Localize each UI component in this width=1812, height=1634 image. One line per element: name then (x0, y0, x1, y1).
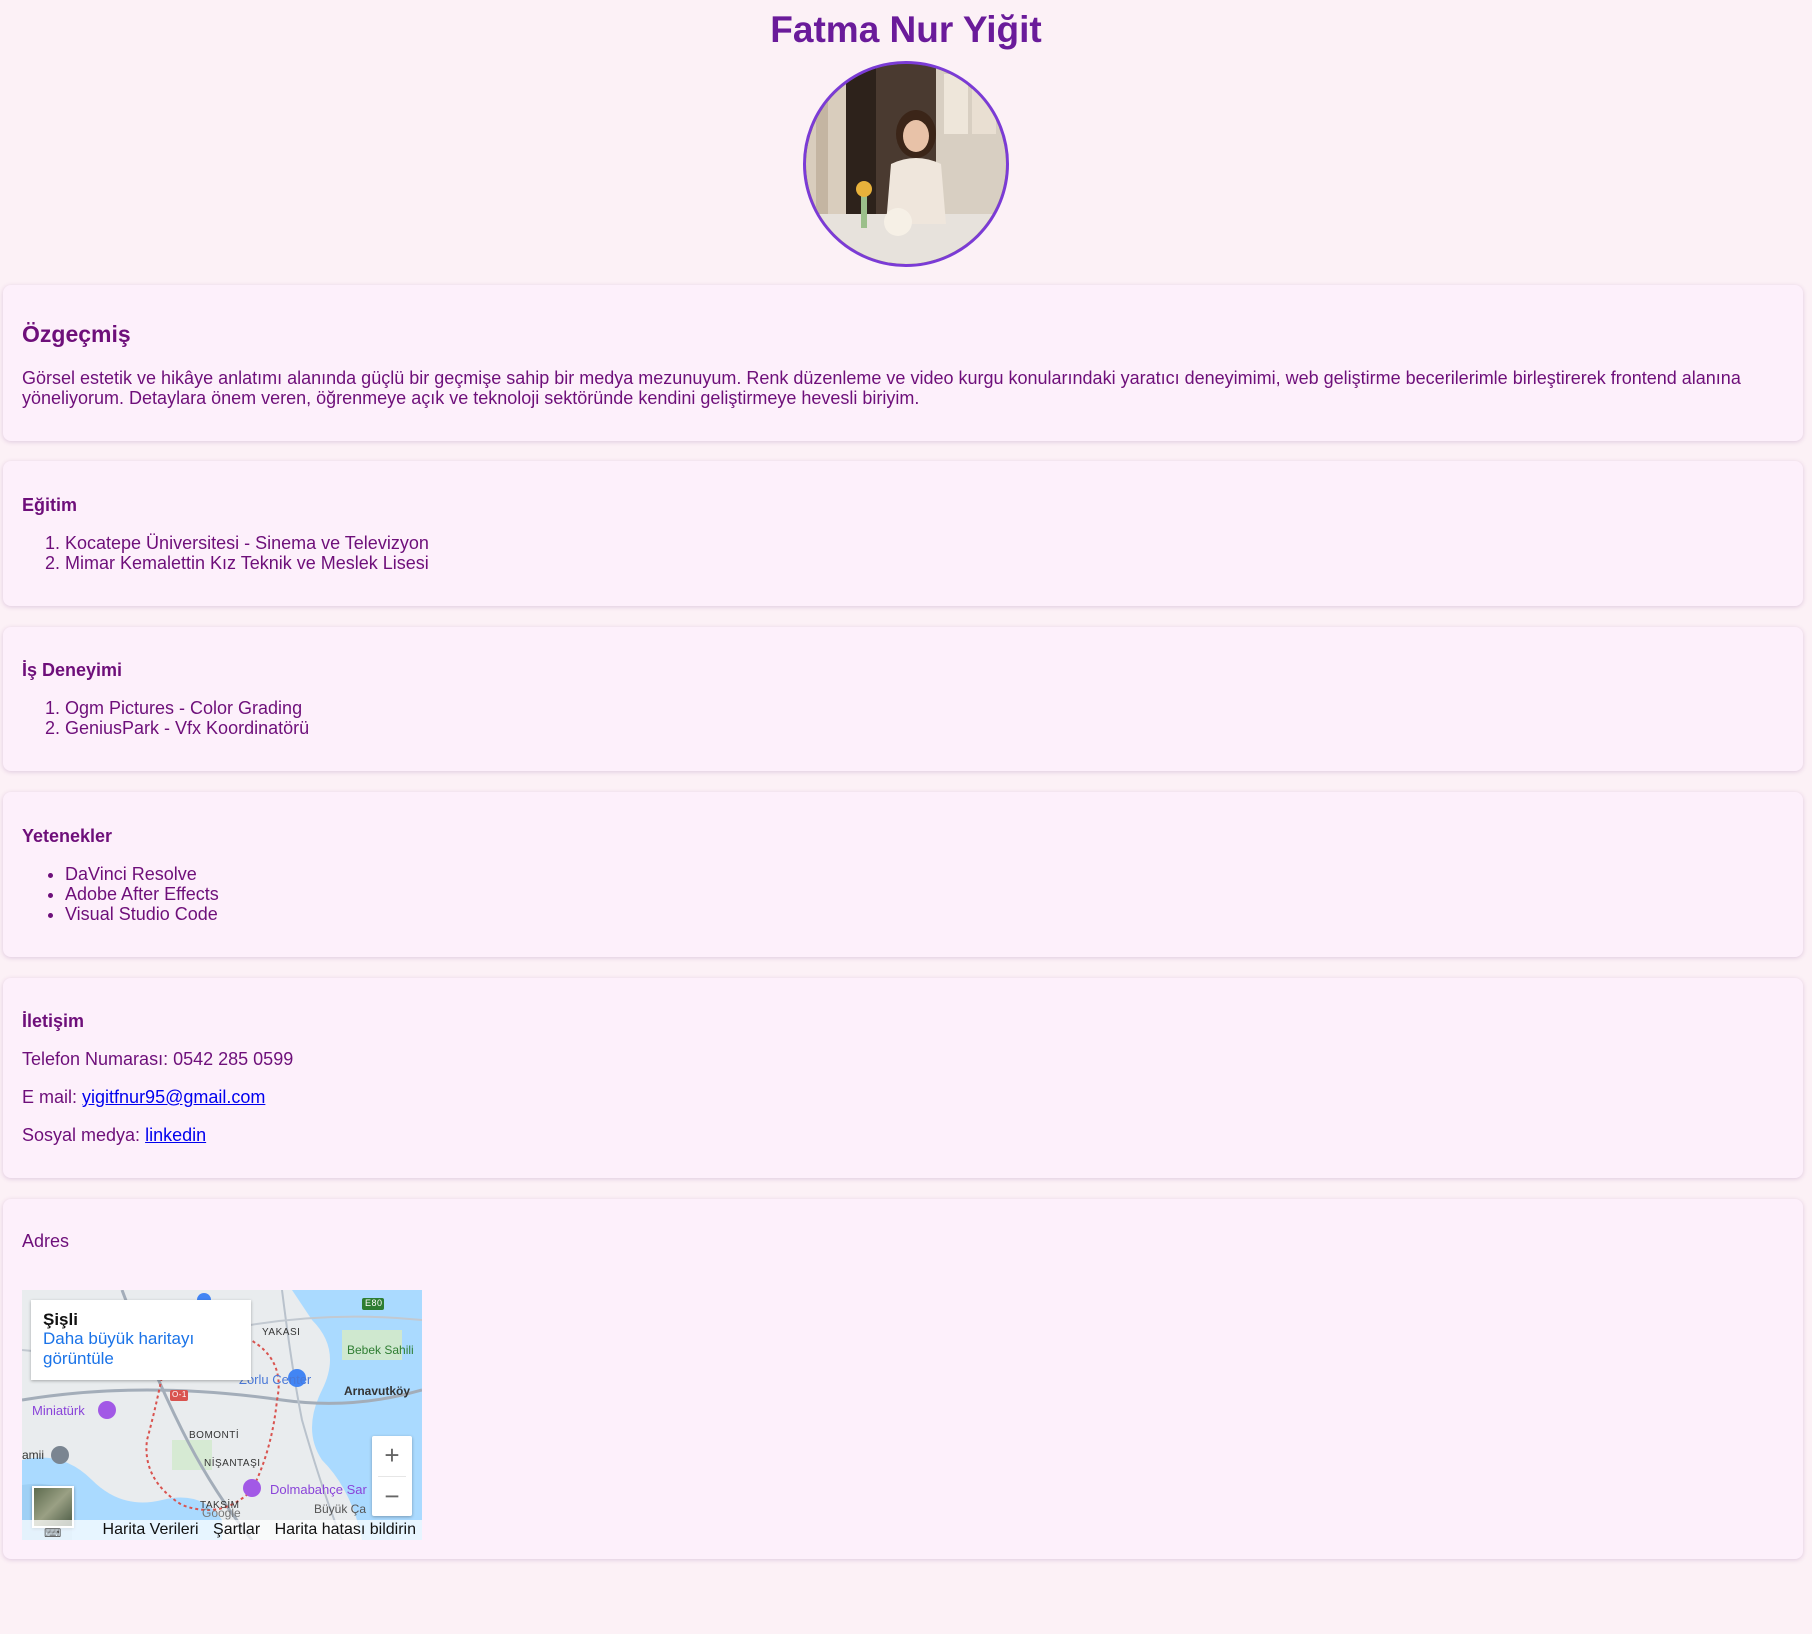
map-terms-link[interactable]: Şartlar (213, 1521, 260, 1538)
zoom-in-button[interactable]: + (372, 1436, 412, 1476)
social-label: Sosyal medya: (22, 1125, 141, 1145)
address-title: Adres (22, 1231, 70, 1251)
about-text: Görsel estetik ve hikâye anlatımı alanın… (22, 368, 1741, 408)
about-title: Özgeçmiş (22, 321, 131, 347)
avatar (803, 61, 1009, 267)
map-footer: ⌨ Harita Verileri Şartlar Harita hatası … (22, 1520, 422, 1540)
contact-section: İletişim Telefon Numarası: 0542 285 0599… (3, 978, 1803, 1178)
avatar-photo (806, 64, 1006, 264)
social-row: Sosyal medya: linkedin (22, 1125, 206, 1145)
page-title: Fatma Nur Yiğit (770, 9, 1042, 50)
skills-title: Yetenekler (22, 826, 113, 846)
map-info-card: Şişli Daha büyük haritayı görüntüle (31, 1300, 251, 1380)
map-label: NİŞANTAŞI (204, 1458, 261, 1469)
email-link[interactable]: yigitfnur95@gmail.com (82, 1087, 265, 1107)
contact-title: İletişim (22, 1011, 85, 1031)
list-item: Visual Studio Code (65, 904, 219, 924)
map-embed[interactable]: YAKASI Bebek Sahili Zorlu Center Arnavut… (22, 1290, 422, 1540)
list-item: Adobe After Effects (65, 884, 219, 904)
education-title: Eğitim (22, 495, 78, 515)
zoom-out-button[interactable]: − (372, 1477, 412, 1517)
linkedin-link[interactable]: linkedin (145, 1125, 206, 1145)
skills-list: DaVinci Resolve Adobe After Effects Visu… (25, 864, 219, 924)
about-section: Özgeçmiş Görsel estetik ve hikâye anlatı… (3, 285, 1803, 441)
email-label: E mail: (22, 1087, 78, 1107)
map-label: Dolmabahçe Sar (270, 1482, 367, 1497)
map-place-name: Şişli (43, 1310, 78, 1329)
view-larger-map-link[interactable]: Daha büyük haritayı görüntüle (43, 1329, 239, 1369)
map-report-link[interactable]: Harita hatası bildirin (275, 1521, 416, 1538)
phone-number: 0542 285 0599 (173, 1049, 294, 1069)
profile-header: Fatma Nur Yiğit (0, 0, 1812, 267)
map-label: Miniatürk (32, 1403, 85, 1418)
map-label: Google (202, 1506, 241, 1520)
map-label: Büyük Ça (314, 1502, 367, 1516)
map-label: Bebek Sahili (347, 1343, 414, 1357)
map-label: YAKASI (262, 1327, 301, 1338)
map-data-link[interactable]: Harita Verileri (103, 1521, 199, 1538)
keyboard-icon[interactable]: ⌨ (44, 1523, 61, 1540)
zoom-controls: + − (372, 1436, 412, 1516)
list-item: Kocatepe Üniversitesi - Sinema ve Televi… (65, 533, 429, 553)
map-label: E80 (365, 1298, 383, 1308)
map-label: O-1 (172, 1390, 187, 1399)
map-label: Arnavutköy (344, 1384, 411, 1398)
map-label: amii (22, 1448, 45, 1462)
map-label: BOMONTİ (189, 1430, 240, 1441)
phone-row: Telefon Numarası: 0542 285 0599 (22, 1049, 293, 1069)
education-section: Eğitim Kocatepe Üniversitesi - Sinema ve… (3, 461, 1803, 606)
list-item: GeniusPark - Vfx Koordinatörü (65, 718, 309, 738)
phone-label: Telefon Numarası: (22, 1049, 169, 1069)
list-item: DaVinci Resolve (65, 864, 219, 884)
skills-section: Yetenekler DaVinci Resolve Adobe After E… (3, 792, 1803, 957)
experience-section: İş Deneyimi Ogm Pictures - Color Grading… (3, 627, 1803, 771)
education-list: Kocatepe Üniversitesi - Sinema ve Televi… (25, 533, 429, 573)
email-row: E mail: yigitfnur95@gmail.com (22, 1087, 265, 1107)
experience-list: Ogm Pictures - Color Grading GeniusPark … (25, 698, 309, 738)
experience-title: İş Deneyimi (22, 660, 123, 680)
list-item: Mimar Kemalettin Kız Teknik ve Meslek Li… (65, 553, 429, 573)
list-item: Ogm Pictures - Color Grading (65, 698, 309, 718)
